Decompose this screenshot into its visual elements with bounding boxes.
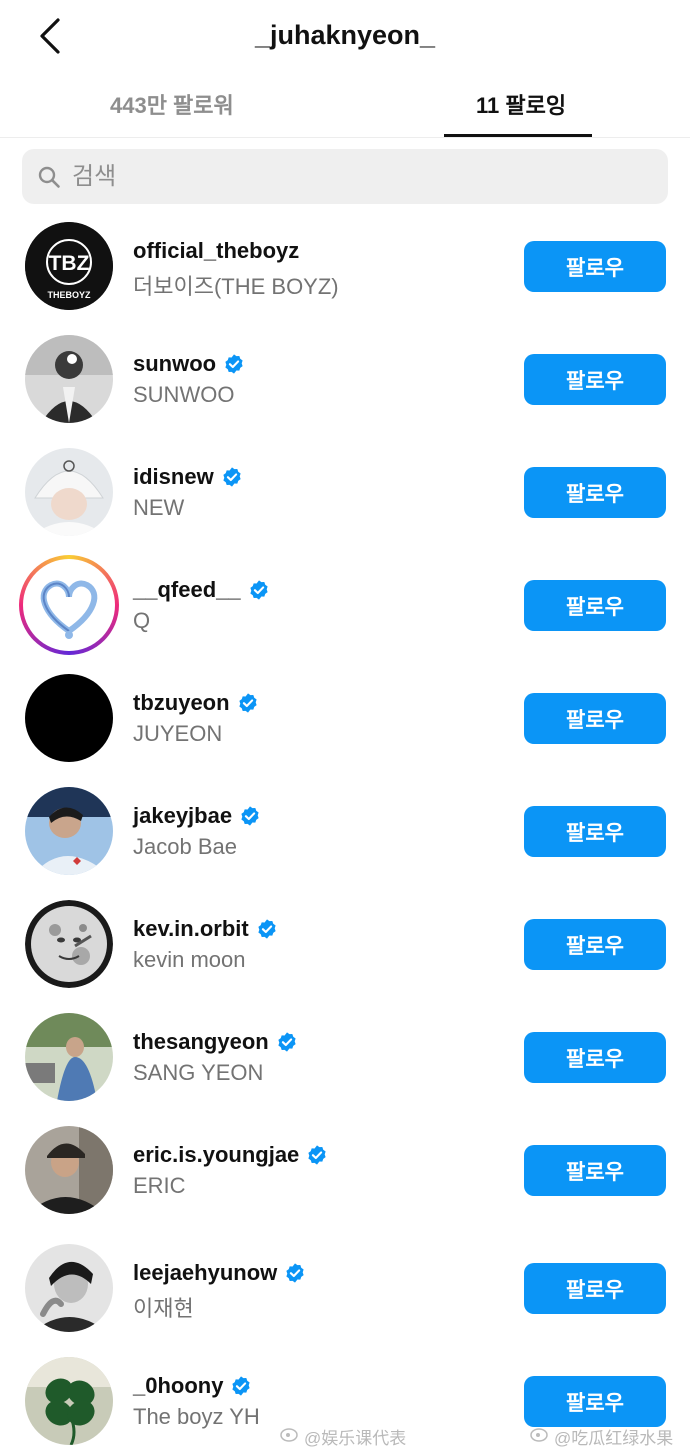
username[interactable]: thesangyeon (133, 1029, 298, 1055)
full-name: The boyz YH (133, 1404, 260, 1429)
search-input[interactable] (72, 162, 632, 191)
verified-badge-icon (237, 692, 259, 714)
verified-badge-icon (276, 1031, 298, 1053)
username[interactable]: _0hoony (133, 1373, 252, 1399)
avatar[interactable]: TBZ THEBOYZ (25, 222, 113, 310)
weibo-icon (280, 1426, 300, 1447)
list-item[interactable]: eric.is.youngjae ERIC 팔로우 (0, 1126, 690, 1214)
list-item[interactable]: jakeyjbae Jacob Bae 팔로우 (0, 787, 690, 875)
follow-button[interactable]: 팔로우 (524, 467, 666, 518)
username[interactable]: idisnew (133, 464, 243, 490)
username[interactable]: sunwoo (133, 351, 245, 377)
full-name: SUNWOO (133, 382, 235, 407)
follow-button[interactable]: 팔로우 (524, 1376, 666, 1427)
header: _juhaknyeon_ (0, 0, 690, 72)
follow-button[interactable]: 팔로우 (524, 1032, 666, 1083)
verified-badge-icon (223, 353, 245, 375)
full-name: NEW (133, 495, 185, 520)
username[interactable]: kev.in.orbit (133, 916, 278, 942)
avatar[interactable] (25, 1244, 113, 1332)
follow-button[interactable]: 팔로우 (524, 1263, 666, 1314)
username[interactable]: leejaehyunow (133, 1260, 306, 1286)
page-title: _juhaknyeon_ (254, 20, 436, 50)
verified-badge-icon (306, 1144, 328, 1166)
list-item[interactable]: TBZ THEBOYZ official_theboyz 더보이즈(THE BO… (0, 222, 690, 310)
follow-button[interactable]: 팔로우 (524, 919, 666, 970)
list-item[interactable]: tbzuyeon JUYEON 팔로우 (0, 674, 690, 762)
tab-following[interactable]: 11 팔로잉 (476, 88, 566, 120)
app: _juhaknyeon_ 443만 팔로워 11 팔로잉 TBZ THEBOYZ (0, 0, 690, 1453)
username[interactable]: tbzuyeon (133, 690, 259, 716)
follow-button[interactable]: 팔로우 (524, 354, 666, 405)
follow-button[interactable]: 팔로우 (524, 1145, 666, 1196)
search-icon (36, 164, 62, 190)
verified-badge-icon (239, 805, 261, 827)
full-name: Q (133, 608, 151, 633)
follow-button[interactable]: 팔로우 (524, 241, 666, 292)
username[interactable]: official_theboyz (133, 238, 299, 264)
avatar[interactable] (25, 1357, 113, 1445)
avatar (23, 559, 115, 651)
list-item[interactable]: sunwoo SUNWOO 팔로우 (0, 335, 690, 423)
tab-bar: 443만 팔로워 11 팔로잉 (0, 80, 690, 138)
weibo-icon (530, 1426, 550, 1447)
watermark: @娱乐课代表 (280, 1424, 406, 1449)
list-item[interactable]: idisnew NEW 팔로우 (0, 448, 690, 536)
full-name: ERIC (133, 1173, 186, 1198)
verified-badge-icon (248, 579, 270, 601)
tab-followers[interactable]: 443만 팔로워 (110, 88, 234, 120)
active-tab-indicator (444, 134, 592, 137)
full-name: kevin moon (133, 947, 246, 972)
watermark: @吃瓜红绿水果 (530, 1424, 673, 1449)
avatar[interactable] (25, 335, 113, 423)
list-item[interactable]: __qfeed__ Q 팔로우 (0, 555, 690, 655)
username[interactable]: eric.is.youngjae (133, 1142, 328, 1168)
avatar[interactable] (25, 787, 113, 875)
search-bar[interactable] (22, 149, 668, 204)
full-name: Jacob Bae (133, 834, 237, 859)
follow-button[interactable]: 팔로우 (524, 693, 666, 744)
avatar[interactable] (25, 1126, 113, 1214)
avatar[interactable] (25, 448, 113, 536)
verified-badge-icon (256, 918, 278, 940)
username[interactable]: __qfeed__ (133, 577, 270, 603)
full-name: SANG YEON (133, 1060, 264, 1085)
follow-button[interactable]: 팔로우 (524, 806, 666, 857)
list-item[interactable]: kev.in.orbit kevin moon 팔로우 (0, 900, 690, 988)
full-name: 이재현 (133, 1296, 194, 1321)
avatar[interactable] (25, 674, 113, 762)
list-item[interactable]: thesangyeon SANG YEON 팔로우 (0, 1013, 690, 1101)
avatar-logo-sub: THEBOYZ (47, 290, 91, 300)
full-name: JUYEON (133, 721, 223, 746)
story-ring[interactable] (19, 555, 119, 655)
verified-badge-icon (230, 1375, 252, 1397)
avatar[interactable] (25, 1013, 113, 1101)
full-name: 더보이즈(THE BOYZ) (133, 274, 339, 299)
verified-badge-icon (284, 1262, 306, 1284)
username[interactable]: jakeyjbae (133, 803, 261, 829)
avatar[interactable] (25, 900, 113, 988)
list-item[interactable]: leejaehyunow 이재현 팔로우 (0, 1244, 690, 1332)
verified-badge-icon (221, 466, 243, 488)
avatar-logo: TBZ (49, 252, 90, 275)
follow-button[interactable]: 팔로우 (524, 580, 666, 631)
